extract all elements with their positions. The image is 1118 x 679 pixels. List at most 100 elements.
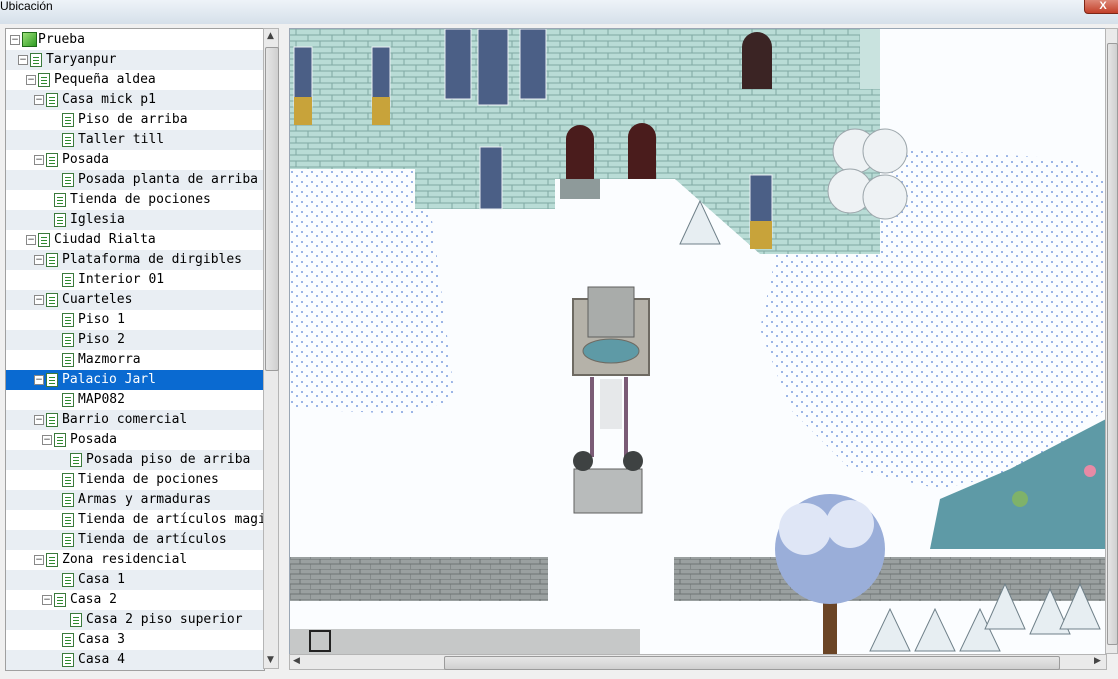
map-icon — [62, 533, 74, 547]
tree-item-label: Iglesia — [70, 212, 125, 227]
stone-wall-left — [290, 557, 548, 601]
map-icon — [62, 133, 74, 147]
tree-item-label: Casa 3 — [78, 632, 125, 647]
collapse-icon[interactable]: − — [34, 295, 44, 305]
window-title: Ubicación — [0, 0, 53, 13]
close-button[interactable]: X — [1084, 0, 1118, 14]
map-tree[interactable]: − Prueba − Taryanpur − Pequeña aldea − Casa mic… — [5, 28, 265, 671]
tree-item[interactable]: Posada planta de arriba — [6, 170, 264, 190]
map-icon — [70, 453, 82, 467]
map-icon — [62, 173, 74, 187]
tree-item-label: MAP082 — [78, 392, 125, 407]
tree-item-label: Armas y armaduras — [78, 492, 212, 507]
map-icon — [62, 633, 74, 647]
map-icon — [62, 573, 74, 587]
tree-item[interactable]: Taller till — [6, 130, 264, 150]
tree-scroll-thumb[interactable] — [265, 47, 279, 371]
map-vertical-scrollbar[interactable] — [1105, 28, 1118, 654]
tree-item[interactable]: Tienda de pociones — [6, 190, 264, 210]
tree-item-label: Taryanpur — [46, 52, 117, 67]
tree-item[interactable]: Tienda de pociones — [6, 470, 264, 490]
tree-item[interactable]: − Zona residencial — [6, 550, 264, 570]
collapse-icon[interactable]: − — [34, 155, 44, 165]
scroll-right-icon[interactable]: ▶ — [1094, 656, 1101, 666]
tree-scrollbar[interactable]: ▲ ▼ — [263, 28, 279, 669]
tree-item[interactable]: Interior 01 — [6, 270, 264, 290]
tree-item[interactable]: Tienda de artículos magicos — [6, 510, 264, 530]
scroll-left-icon[interactable]: ◀ — [293, 656, 300, 666]
tree-item-label: Piso 1 — [78, 312, 125, 327]
tree-item[interactable]: Casa 4 — [6, 650, 264, 670]
tree-item-label: Casa 1 — [78, 572, 125, 587]
tree-item-label: Casa 2 piso superior — [86, 612, 243, 627]
map-icon — [62, 333, 74, 347]
map-vscroll-thumb[interactable] — [1107, 43, 1118, 645]
collapse-icon[interactable]: − — [26, 235, 36, 245]
tree-item-label: Tienda de artículos — [78, 532, 227, 547]
tree-item[interactable]: − Posada — [6, 430, 264, 450]
map-icon — [62, 313, 74, 327]
tree-item[interactable]: − Barrio comercial — [6, 410, 264, 430]
tree-item[interactable]: − Casa 2 — [6, 590, 264, 610]
collapse-icon[interactable]: − — [18, 55, 28, 65]
tree-item[interactable]: − Taryanpur — [6, 50, 264, 70]
title-bar: Ubicación X — [0, 0, 1118, 24]
scroll-down-icon[interactable]: ▼ — [267, 655, 274, 665]
tree-item[interactable]: Armas y armaduras — [6, 490, 264, 510]
map-preview[interactable] — [289, 28, 1107, 656]
tree-item[interactable]: Casa 1 — [6, 570, 264, 590]
tree-item-label: Mazmorra — [78, 352, 141, 367]
tree-item[interactable]: − Posada — [6, 150, 264, 170]
tree-item[interactable]: MAP082 — [6, 390, 264, 410]
collapse-icon[interactable]: − — [34, 415, 44, 425]
map-icon — [62, 273, 74, 287]
tree-item[interactable]: − Prueba — [6, 30, 264, 50]
tree-item-label: Cuarteles — [62, 292, 133, 307]
collapse-icon[interactable]: − — [34, 555, 44, 565]
tree-item[interactable]: Posada piso de arriba — [6, 450, 264, 470]
map-horizontal-scrollbar[interactable]: ◀ ▶ — [289, 654, 1107, 670]
map-hscroll-thumb[interactable] — [444, 656, 1060, 670]
tree-item[interactable]: Piso de arriba — [6, 110, 264, 130]
tree-item[interactable]: − Cuarteles — [6, 290, 264, 310]
map-icon — [62, 493, 74, 507]
collapse-icon[interactable]: − — [10, 35, 20, 45]
collapse-icon[interactable]: − — [34, 95, 44, 105]
map-icon — [46, 153, 58, 167]
collapse-icon[interactable]: − — [42, 435, 52, 445]
collapse-icon[interactable]: − — [34, 255, 44, 265]
tree-item[interactable]: Casa 2 piso superior — [6, 610, 264, 630]
tree-item-label: Taller till — [78, 132, 165, 147]
collapse-icon[interactable]: − — [34, 375, 44, 385]
map-icon — [54, 213, 66, 227]
tree-item[interactable]: Piso 1 — [6, 310, 264, 330]
map-icon — [46, 553, 58, 567]
collapse-icon[interactable]: − — [42, 595, 52, 605]
stone-wall-right — [674, 557, 1106, 601]
tree-item[interactable]: − Pequeña aldea — [6, 70, 264, 90]
tree-item-label: Piso de arriba — [78, 112, 188, 127]
tree-item[interactable]: − Palacio Jarl — [6, 370, 264, 390]
map-icon — [70, 613, 82, 627]
tree-item-label: Posada — [62, 152, 109, 167]
tree-item[interactable]: − Ciudad Rialta — [6, 230, 264, 250]
collapse-icon[interactable]: − — [26, 75, 36, 85]
map-icon — [54, 193, 66, 207]
tree-item[interactable]: − Casa mick p1 — [6, 90, 264, 110]
map-icon — [62, 393, 74, 407]
map-icon — [46, 93, 58, 107]
tree-item[interactable]: Casa 3 — [6, 630, 264, 650]
tree-item-label: Ciudad Rialta — [54, 232, 156, 247]
tree-item-label: Tienda de pociones — [78, 472, 219, 487]
tree-item[interactable]: Iglesia — [6, 210, 264, 230]
tree-item[interactable]: Mazmorra — [6, 350, 264, 370]
tree-item[interactable]: Piso 2 — [6, 330, 264, 350]
tree-item[interactable]: Tienda de artículos — [6, 530, 264, 550]
map-icon — [62, 353, 74, 367]
scroll-up-icon[interactable]: ▲ — [267, 31, 274, 41]
tree-item-label: Prueba — [38, 32, 85, 47]
map-icon — [54, 593, 66, 607]
tree-item-label: Posada piso de arriba — [86, 452, 251, 467]
tree-item[interactable]: − Plataforma de dirgibles — [6, 250, 264, 270]
tree-item-label: Posada planta de arriba — [78, 172, 259, 187]
